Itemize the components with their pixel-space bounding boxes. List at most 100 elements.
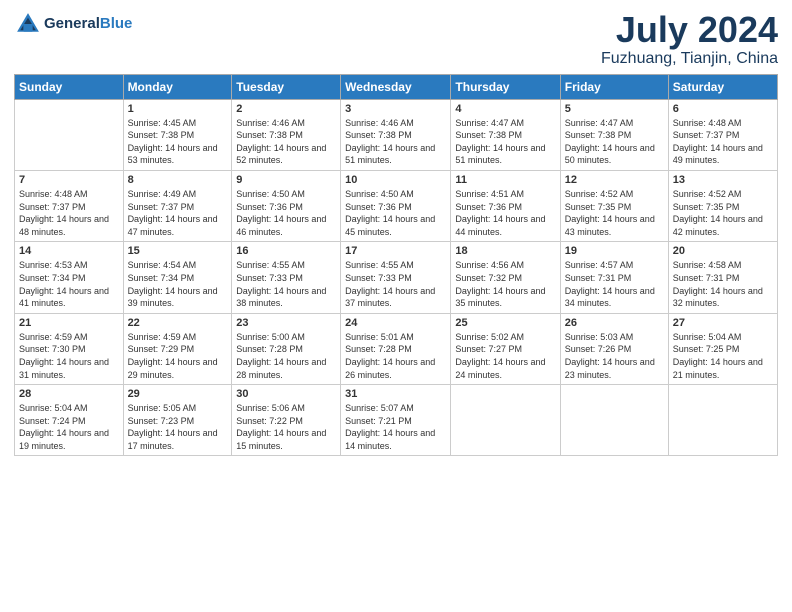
- day-number: 17: [345, 245, 446, 257]
- logo-icon: [14, 10, 42, 38]
- day-info: Sunrise: 5:06 AMSunset: 7:22 PMDaylight:…: [236, 402, 336, 452]
- calendar-week-row: 21 Sunrise: 4:59 AMSunset: 7:30 PMDaylig…: [15, 313, 778, 384]
- table-row: 22 Sunrise: 4:59 AMSunset: 7:29 PMDaylig…: [123, 313, 232, 384]
- table-row: 6 Sunrise: 4:48 AMSunset: 7:37 PMDayligh…: [668, 99, 777, 170]
- table-row: 14 Sunrise: 4:53 AMSunset: 7:34 PMDaylig…: [15, 242, 124, 313]
- day-info: Sunrise: 5:05 AMSunset: 7:23 PMDaylight:…: [128, 402, 228, 452]
- day-info: Sunrise: 5:04 AMSunset: 7:24 PMDaylight:…: [19, 402, 119, 452]
- header-wednesday: Wednesday: [341, 74, 451, 99]
- table-row: 27 Sunrise: 5:04 AMSunset: 7:25 PMDaylig…: [668, 313, 777, 384]
- header-monday: Monday: [123, 74, 232, 99]
- day-number: 14: [19, 245, 119, 257]
- title-block: July 2024 Fuzhuang, Tianjin, China: [601, 10, 778, 68]
- table-row: [451, 385, 560, 456]
- day-info: Sunrise: 4:46 AMSunset: 7:38 PMDaylight:…: [236, 117, 336, 167]
- day-info: Sunrise: 4:55 AMSunset: 7:33 PMDaylight:…: [236, 259, 336, 309]
- header-thursday: Thursday: [451, 74, 560, 99]
- table-row: 16 Sunrise: 4:55 AMSunset: 7:33 PMDaylig…: [232, 242, 341, 313]
- table-row: 8 Sunrise: 4:49 AMSunset: 7:37 PMDayligh…: [123, 170, 232, 241]
- table-row: 24 Sunrise: 5:01 AMSunset: 7:28 PMDaylig…: [341, 313, 451, 384]
- day-number: 6: [673, 103, 773, 115]
- day-number: 4: [455, 103, 555, 115]
- table-row: 4 Sunrise: 4:47 AMSunset: 7:38 PMDayligh…: [451, 99, 560, 170]
- table-row: 23 Sunrise: 5:00 AMSunset: 7:28 PMDaylig…: [232, 313, 341, 384]
- day-number: 31: [345, 388, 446, 400]
- table-row: 17 Sunrise: 4:55 AMSunset: 7:33 PMDaylig…: [341, 242, 451, 313]
- day-number: 29: [128, 388, 228, 400]
- table-row: [668, 385, 777, 456]
- day-number: 30: [236, 388, 336, 400]
- table-row: 21 Sunrise: 4:59 AMSunset: 7:30 PMDaylig…: [15, 313, 124, 384]
- header: GeneralBlue July 2024 Fuzhuang, Tianjin,…: [14, 10, 778, 68]
- day-info: Sunrise: 4:48 AMSunset: 7:37 PMDaylight:…: [19, 188, 119, 238]
- day-info: Sunrise: 5:02 AMSunset: 7:27 PMDaylight:…: [455, 331, 555, 381]
- day-number: 8: [128, 174, 228, 186]
- day-number: 25: [455, 317, 555, 329]
- table-row: 12 Sunrise: 4:52 AMSunset: 7:35 PMDaylig…: [560, 170, 668, 241]
- day-number: 10: [345, 174, 446, 186]
- day-info: Sunrise: 4:51 AMSunset: 7:36 PMDaylight:…: [455, 188, 555, 238]
- header-saturday: Saturday: [668, 74, 777, 99]
- table-row: 5 Sunrise: 4:47 AMSunset: 7:38 PMDayligh…: [560, 99, 668, 170]
- calendar-week-row: 1 Sunrise: 4:45 AMSunset: 7:38 PMDayligh…: [15, 99, 778, 170]
- day-info: Sunrise: 4:57 AMSunset: 7:31 PMDaylight:…: [565, 259, 664, 309]
- day-number: 15: [128, 245, 228, 257]
- day-number: 28: [19, 388, 119, 400]
- day-info: Sunrise: 5:04 AMSunset: 7:25 PMDaylight:…: [673, 331, 773, 381]
- day-number: 3: [345, 103, 446, 115]
- day-info: Sunrise: 4:52 AMSunset: 7:35 PMDaylight:…: [673, 188, 773, 238]
- table-row: 11 Sunrise: 4:51 AMSunset: 7:36 PMDaylig…: [451, 170, 560, 241]
- day-info: Sunrise: 4:55 AMSunset: 7:33 PMDaylight:…: [345, 259, 446, 309]
- calendar-table: Sunday Monday Tuesday Wednesday Thursday…: [14, 74, 778, 457]
- table-row: 1 Sunrise: 4:45 AMSunset: 7:38 PMDayligh…: [123, 99, 232, 170]
- calendar-week-row: 7 Sunrise: 4:48 AMSunset: 7:37 PMDayligh…: [15, 170, 778, 241]
- day-number: 13: [673, 174, 773, 186]
- day-info: Sunrise: 5:00 AMSunset: 7:28 PMDaylight:…: [236, 331, 336, 381]
- table-row: 25 Sunrise: 5:02 AMSunset: 7:27 PMDaylig…: [451, 313, 560, 384]
- day-number: 27: [673, 317, 773, 329]
- day-info: Sunrise: 4:59 AMSunset: 7:29 PMDaylight:…: [128, 331, 228, 381]
- day-info: Sunrise: 4:50 AMSunset: 7:36 PMDaylight:…: [345, 188, 446, 238]
- day-number: 23: [236, 317, 336, 329]
- table-row: [560, 385, 668, 456]
- day-number: 20: [673, 245, 773, 257]
- table-row: 28 Sunrise: 5:04 AMSunset: 7:24 PMDaylig…: [15, 385, 124, 456]
- weekday-header-row: Sunday Monday Tuesday Wednesday Thursday…: [15, 74, 778, 99]
- day-info: Sunrise: 4:53 AMSunset: 7:34 PMDaylight:…: [19, 259, 119, 309]
- day-info: Sunrise: 4:46 AMSunset: 7:38 PMDaylight:…: [345, 117, 446, 167]
- table-row: [15, 99, 124, 170]
- table-row: 7 Sunrise: 4:48 AMSunset: 7:37 PMDayligh…: [15, 170, 124, 241]
- table-row: 29 Sunrise: 5:05 AMSunset: 7:23 PMDaylig…: [123, 385, 232, 456]
- day-number: 22: [128, 317, 228, 329]
- header-sunday: Sunday: [15, 74, 124, 99]
- day-number: 12: [565, 174, 664, 186]
- day-number: 1: [128, 103, 228, 115]
- day-info: Sunrise: 5:01 AMSunset: 7:28 PMDaylight:…: [345, 331, 446, 381]
- day-info: Sunrise: 4:54 AMSunset: 7:34 PMDaylight:…: [128, 259, 228, 309]
- day-info: Sunrise: 4:59 AMSunset: 7:30 PMDaylight:…: [19, 331, 119, 381]
- table-row: 30 Sunrise: 5:06 AMSunset: 7:22 PMDaylig…: [232, 385, 341, 456]
- table-row: 31 Sunrise: 5:07 AMSunset: 7:21 PMDaylig…: [341, 385, 451, 456]
- day-number: 9: [236, 174, 336, 186]
- day-info: Sunrise: 5:07 AMSunset: 7:21 PMDaylight:…: [345, 402, 446, 452]
- table-row: 26 Sunrise: 5:03 AMSunset: 7:26 PMDaylig…: [560, 313, 668, 384]
- page-container: GeneralBlue July 2024 Fuzhuang, Tianjin,…: [0, 0, 792, 464]
- day-number: 19: [565, 245, 664, 257]
- table-row: 20 Sunrise: 4:58 AMSunset: 7:31 PMDaylig…: [668, 242, 777, 313]
- day-info: Sunrise: 5:03 AMSunset: 7:26 PMDaylight:…: [565, 331, 664, 381]
- day-info: Sunrise: 4:48 AMSunset: 7:37 PMDaylight:…: [673, 117, 773, 167]
- day-number: 5: [565, 103, 664, 115]
- day-number: 16: [236, 245, 336, 257]
- table-row: 3 Sunrise: 4:46 AMSunset: 7:38 PMDayligh…: [341, 99, 451, 170]
- day-number: 2: [236, 103, 336, 115]
- day-number: 24: [345, 317, 446, 329]
- header-tuesday: Tuesday: [232, 74, 341, 99]
- day-number: 18: [455, 245, 555, 257]
- day-number: 21: [19, 317, 119, 329]
- day-info: Sunrise: 4:47 AMSunset: 7:38 PMDaylight:…: [565, 117, 664, 167]
- calendar-week-row: 14 Sunrise: 4:53 AMSunset: 7:34 PMDaylig…: [15, 242, 778, 313]
- logo: GeneralBlue: [14, 10, 132, 38]
- day-info: Sunrise: 4:47 AMSunset: 7:38 PMDaylight:…: [455, 117, 555, 167]
- table-row: 10 Sunrise: 4:50 AMSunset: 7:36 PMDaylig…: [341, 170, 451, 241]
- day-number: 11: [455, 174, 555, 186]
